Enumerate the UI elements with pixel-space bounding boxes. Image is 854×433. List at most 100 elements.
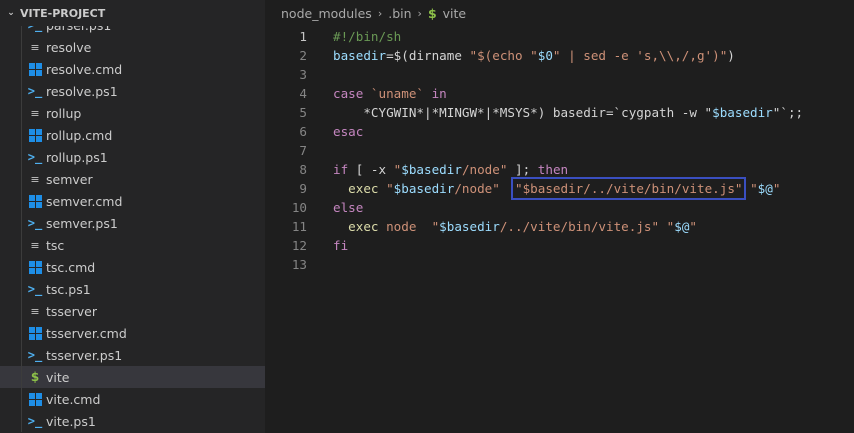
tree-item-label: tsserver.ps1 — [46, 347, 123, 363]
tree-item[interactable]: $ vite — [0, 366, 265, 388]
tree-item-label: vite — [46, 369, 70, 385]
breadcrumb-item-bin[interactable]: .bin — [388, 6, 411, 21]
code-line[interactable]: 2 basedir=$(dirname "$(echo "$0" | sed -e… — [265, 46, 854, 65]
code-token: $basedir — [439, 219, 500, 234]
line-number: 5 — [299, 105, 307, 120]
indent-guide — [21, 278, 22, 300]
tree-item-label: tsc — [46, 237, 65, 253]
code-line[interactable]: 5 *CYGWIN*|*MINGW*|*MSYS*) basedir=`cygp… — [265, 103, 854, 122]
code-token: if — [333, 162, 349, 177]
file-icon: ≡ — [30, 238, 40, 252]
line-number: 4 — [299, 86, 307, 101]
code-token: #!/bin/sh — [333, 29, 402, 44]
code-line[interactable]: 9 exec "$basedir/node" "$basedir/../vite… — [265, 177, 854, 200]
windows-icon — [27, 260, 43, 274]
code-token: case — [333, 86, 364, 101]
chevron-right-icon: › — [377, 6, 383, 20]
line-number: 3 — [299, 67, 307, 82]
indent-guide — [21, 102, 22, 124]
code-line[interactable]: 3 — [265, 65, 854, 84]
chevron-down-icon: ⌄ — [7, 8, 15, 18]
code-token: $@ — [757, 181, 773, 196]
code-token: "`;; — [772, 105, 804, 120]
tree-item[interactable]: ≡ semver — [0, 168, 265, 190]
line-number: 7 — [299, 143, 307, 158]
shell-dollar-icon: $ — [30, 370, 40, 384]
indent-guide — [21, 58, 22, 80]
code-token: esac — [333, 124, 364, 139]
code-text: case `uname` in — [333, 86, 447, 101]
breadcrumb-item-vite[interactable]: vite — [443, 6, 466, 21]
code-token: " — [772, 181, 781, 196]
tree-item-label: resolve — [46, 39, 92, 55]
code-line[interactable]: 1 #!/bin/sh — [265, 27, 854, 46]
file-icon: ≡ — [30, 40, 40, 54]
tree-item-label: vite.ps1 — [46, 413, 96, 429]
code-line[interactable]: 4 case `uname` in — [265, 84, 854, 103]
indent-guide — [21, 256, 22, 278]
tree-item[interactable]: resolve.cmd — [0, 58, 265, 80]
code-token: exec — [333, 219, 387, 234]
code-text: if [ -x "$basedir/node" ]; then — [333, 162, 568, 177]
explorer-header[interactable]: ⌄ VITE-PROJECT — [0, 0, 265, 26]
tree-item[interactable]: >_ rollup.ps1 — [0, 146, 265, 168]
tree-item[interactable]: tsserver.cmd — [0, 322, 265, 344]
tree-item[interactable]: ≡ rollup — [0, 102, 265, 124]
code-line[interactable]: 12 fi — [265, 236, 854, 255]
line-number: 12 — [291, 238, 307, 253]
code-text: else — [333, 200, 363, 215]
breadcrumb-item-node-modules[interactable]: node_modules — [281, 6, 372, 21]
indent-guide — [21, 80, 22, 102]
code-line[interactable]: 13 — [265, 255, 854, 274]
tree-item-label: tsserver — [46, 303, 97, 319]
tree-item[interactable]: >_ semver.ps1 — [0, 212, 265, 234]
code-line[interactable]: 7 — [265, 141, 854, 160]
line-number: 6 — [299, 124, 307, 139]
indent-guide — [21, 388, 22, 410]
code-token: =$(dirname — [386, 48, 470, 63]
line-number: 13 — [291, 257, 307, 272]
code-editor[interactable]: 1 #!/bin/sh 2 basedir=$(dirname "$(echo "$0… — [265, 27, 854, 274]
code-line[interactable]: 8 if [ -x "$basedir/node" ]; then — [265, 160, 854, 179]
code-token: *CYGWIN*|*MINGW*|*MSYS*) basedir=`cygpat… — [333, 105, 713, 120]
indent-guide — [21, 146, 22, 168]
code-line[interactable]: 6 esac — [265, 122, 854, 141]
code-token: " — [386, 181, 394, 196]
tree-item[interactable]: ≡ tsserver — [0, 300, 265, 322]
tree-item[interactable]: semver.cmd — [0, 190, 265, 212]
code-token: /../vite/bin/vite.js" — [499, 219, 667, 234]
tree-item[interactable]: tsc.cmd — [0, 256, 265, 278]
code-token: $0 — [537, 48, 553, 63]
explorer-title: VITE-PROJECT — [20, 6, 106, 20]
tree-item-label: rollup.ps1 — [46, 149, 108, 165]
tree-item[interactable]: ≡ tsc — [0, 234, 265, 256]
tree-item[interactable]: >_ resolve.ps1 — [0, 80, 265, 102]
code-token: $@ — [674, 219, 690, 234]
powershell-icon: >_ — [27, 216, 43, 230]
tree-item-label: semver.ps1 — [46, 215, 118, 231]
indent-guide — [21, 36, 22, 58]
powershell-icon: >_ — [27, 84, 43, 98]
tree-item[interactable]: ≡ resolve — [0, 36, 265, 58]
highlighted-token: "$basedir/../vite/bin/vite.js" — [511, 177, 747, 200]
code-token: then — [537, 162, 569, 177]
code-text: esac — [333, 124, 363, 139]
tree-item[interactable]: >_ tsserver.ps1 — [0, 344, 265, 366]
indent-guide — [21, 344, 22, 366]
code-token: basedir — [333, 48, 387, 63]
tree-item[interactable]: >_ tsc.ps1 — [0, 278, 265, 300]
editor-pane: node_modules › .bin › $ vite 1 #!/bin/sh 2… — [265, 0, 854, 433]
code-line[interactable]: 11 exec node " $basedir/../vite/bin/vite.… — [265, 217, 854, 236]
tree-item-label: resolve.cmd — [46, 61, 123, 77]
tree-item[interactable]: rollup.cmd — [0, 124, 265, 146]
indent-guide — [21, 410, 22, 432]
tree-item[interactable]: >_ vite.ps1 — [0, 410, 265, 432]
windows-icon — [27, 326, 43, 340]
tree-item[interactable]: vite.cmd — [0, 388, 265, 410]
code-token: exec — [333, 181, 387, 196]
code-line[interactable]: 10 else — [265, 198, 854, 217]
indent-guide — [21, 322, 22, 344]
code-token: /node" — [461, 162, 508, 177]
file-icon: ≡ — [30, 172, 40, 186]
code-token: [ -x — [348, 162, 394, 177]
